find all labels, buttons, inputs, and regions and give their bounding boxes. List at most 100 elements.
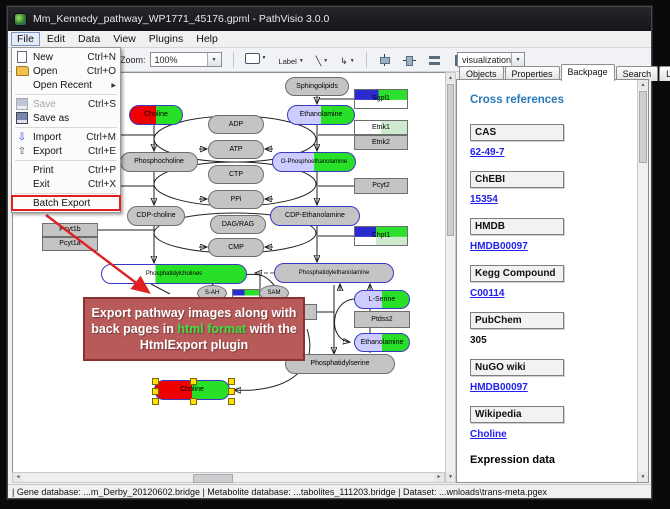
connector-icon [340,56,348,67]
xref-value[interactable]: HMDB00097 [470,241,631,252]
datanode-tool-button[interactable]: ▼ [241,48,271,68]
node-label: Sgpl1 [355,90,407,108]
node-phosphatidylcholines[interactable]: Phosphatidylcholines [101,264,247,284]
node-choline[interactable]: Choline [129,105,183,125]
node-ethanolamine[interactable]: Ethanolamine [354,333,410,352]
node-sgpl1[interactable]: Sgpl1 [354,89,408,109]
line-tool-button[interactable]: ▼ [312,51,332,71]
menu-item-import[interactable]: ImportCtrl+M [12,130,120,144]
node-label: Ethanolamine [355,334,409,351]
scroll-right-icon[interactable]: ► [434,473,444,482]
scroll-down-icon[interactable]: ▼ [638,472,648,482]
selection-handle[interactable] [152,378,159,385]
node-choline[interactable]: Choline [154,380,230,400]
node-chpt1[interactable]: Chpt1 [354,226,408,246]
node-phosphatidylethanolamine[interactable]: Phosphatidylethanolamine [274,263,394,283]
save-as-icon [16,112,28,124]
node-label: Pcyt1a [43,238,97,250]
node-cdp-ethanolamine[interactable]: CDP-Ethanolamine [270,206,360,226]
node-label: ATP [209,141,263,158]
menu-item-save-as[interactable]: Save as [12,111,120,125]
menu-item-shortcut: Ctrl+X [88,179,116,190]
sidebar-scrollbar[interactable]: ▲ ▼ [637,80,648,482]
node-pcyt1b[interactable]: Pcyt1b [42,223,98,237]
node-l-serine[interactable]: L-Serine [354,290,410,309]
node-label: CDP-choline [128,207,184,225]
node-label: Etnk1 [355,121,407,134]
node-label: CDP-Ethanolamine [271,207,359,225]
node-pcyt1a[interactable]: Pcyt1a [42,237,98,251]
node-pcyt2[interactable]: Pcyt2 [354,178,408,194]
scroll-down-icon[interactable]: ▼ [446,472,455,482]
node-atp[interactable]: ATP [208,140,264,159]
menu-item-batch-export[interactable]: Batch Export [12,196,120,210]
connector-tool-button[interactable]: ▼ [336,51,359,71]
node-ctp[interactable]: CTP [208,165,264,184]
tab-legend[interactable]: Legend [659,66,670,81]
node-o-phosphoethanolamine[interactable]: O-Phosphoethanolamine [272,152,356,172]
menu-item-exit[interactable]: ExitCtrl+X [12,177,120,191]
xref-value[interactable]: C00114 [470,288,631,299]
node-phosphocholine[interactable]: Phosphocholine [120,152,198,172]
menu-item-open-recent[interactable]: Open Recent▶ [12,78,120,92]
menu-item-export[interactable]: ExportCtrl+E [12,144,120,158]
scroll-left-icon[interactable]: ◄ [13,473,23,482]
scrollbar-thumb[interactable] [447,84,454,236]
chevron-down-icon[interactable]: ▼ [207,53,221,66]
label-tool-button[interactable]: Label▼ [274,51,307,71]
node-etnk2[interactable]: Etnk2 [354,135,408,150]
menu-item-print[interactable]: PrintCtrl+P [12,163,120,177]
menu-edit[interactable]: Edit [41,32,71,46]
expression-data-heading: Expression data [470,454,631,466]
distribute-rows-button[interactable] [424,50,445,70]
xref-value[interactable]: HMDB00097 [470,382,631,393]
menu-file[interactable]: File [11,32,40,46]
zoom-combobox[interactable]: 100% ▼ [150,52,222,67]
menu-view[interactable]: View [107,32,142,46]
menu-help[interactable]: Help [190,32,224,46]
selection-handle[interactable] [190,398,197,405]
menu-item-new[interactable]: NewCtrl+N [12,50,120,64]
scrollbar-thumb[interactable] [639,91,647,163]
canvas-vertical-scrollbar[interactable]: ▲ ▼ [445,72,456,483]
node-cdp-choline[interactable]: CDP-choline [127,206,185,226]
node-sphingolipids[interactable]: Sphingolipids [285,77,349,96]
node-label: Phosphatidylethanolamine [275,264,393,282]
scrollbar-thumb[interactable] [193,474,233,483]
title-bar: Mm_Kennedy_pathway_WP1771_45176.gpml - P… [8,7,651,31]
align-center-x-button[interactable] [374,50,395,70]
xref-value[interactable]: 62-49-7 [470,147,631,158]
node-ppi[interactable]: PPi [208,190,264,209]
selection-handle[interactable] [152,388,159,395]
menu-plugins[interactable]: Plugins [143,32,189,46]
node-adp[interactable]: ADP [208,115,264,134]
selection-handle[interactable] [190,378,197,385]
menu-separator [15,193,117,194]
distribute-rows-icon [428,54,441,66]
selection-handle[interactable] [152,398,159,405]
scroll-up-icon[interactable]: ▲ [446,73,455,83]
xref-value[interactable]: Choline [470,429,631,440]
gene-box-icon [245,53,260,64]
menu-data[interactable]: Data [72,32,106,46]
menu-item-open[interactable]: OpenCtrl+O [12,64,120,78]
node-ptdss2[interactable]: Ptdss2 [354,311,410,328]
node-dag-rag[interactable]: DAG/RAG [210,215,266,234]
node-ethanolamine[interactable]: Ethanolamine [287,105,355,125]
selection-handle[interactable] [228,398,235,405]
menu-item-save[interactable]: SaveCtrl+S [12,97,120,111]
menu-item-label: Save [33,99,56,110]
canvas-horizontal-scrollbar[interactable]: ◄ ► [12,472,445,483]
no-icon [15,179,29,190]
node-label: CMP [209,239,263,256]
selection-handle[interactable] [228,378,235,385]
node-etnk1[interactable]: Etnk1 [354,120,408,135]
save-icon [15,99,29,110]
node-label: Ptdss2 [355,312,409,327]
selection-handle[interactable] [228,388,235,395]
scroll-up-icon[interactable]: ▲ [638,80,648,90]
node-cmp[interactable]: CMP [208,238,264,257]
tab-backpage[interactable]: Backpage [561,64,615,81]
align-center-y-button[interactable] [399,50,420,70]
xref-value[interactable]: 15354 [470,194,631,205]
